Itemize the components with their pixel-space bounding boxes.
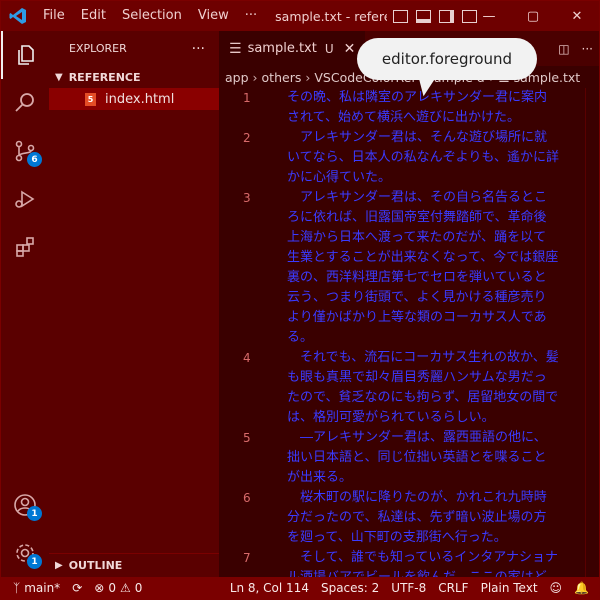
editor-actions: ◫ ··· [558, 31, 593, 66]
maximize-icon[interactable]: ▢ [511, 1, 555, 31]
code-line: 2 アレキサンダー君は、そんな遊び場所に就いてなら、日本人の私なんぞよりも、遙か… [219, 128, 599, 188]
menu-selection[interactable]: Selection [114, 1, 190, 31]
tab-sample-txt[interactable]: ☰ sample.txt U ✕ [219, 31, 366, 66]
code-area[interactable]: 1 その晩、私は隣室のアレキサンダー君に案内されて、始めて横浜へ遊びに出かけた。… [219, 88, 599, 599]
menu-edit[interactable]: Edit [73, 1, 114, 31]
window-controls: — ▢ ✕ [467, 1, 599, 31]
chevron-right-icon: › [305, 69, 311, 85]
code-line: 4 それでも、流石にコーカサス生れの故か、髪も眼も真黒で却々眉目秀麗ハンサムな男… [219, 348, 599, 428]
indentation[interactable]: Spaces: 2 [315, 581, 385, 595]
extensions-icon[interactable] [1, 223, 49, 271]
encoding[interactable]: UTF-8 [385, 581, 432, 595]
line-number: 4 [243, 351, 251, 365]
more-actions-icon[interactable]: ··· [582, 42, 593, 56]
status-right: Ln 8, Col 114 Spaces: 2 UTF-8 CRLF Plain… [224, 577, 595, 599]
explorer-sidebar: EXPLORER ··· ▼ REFERENCE 5 index.html ▶ … [49, 31, 219, 577]
vscode-window: File Edit Selection View ··· sample.txt … [0, 0, 600, 600]
menu-file[interactable]: File [35, 1, 73, 31]
explorer-title: EXPLORER [69, 42, 127, 55]
menu-bar: File Edit Selection View ··· [35, 1, 265, 31]
menu-view[interactable]: View [190, 1, 237, 31]
line-text: アレキサンダー君は、その自ら名告るところに依れば、旧露国帝室付舞踏師で、革命後上… [287, 190, 559, 345]
chevron-down-icon: ▼ [55, 71, 63, 83]
source-control-badge: 6 [27, 152, 42, 167]
folder-section-reference[interactable]: ▼ REFERENCE [49, 66, 219, 88]
html5-file-icon: 5 [85, 92, 96, 106]
settings-badge: 1 [27, 554, 42, 569]
branch-name: main* [24, 581, 61, 595]
tab-label: sample.txt [247, 41, 317, 56]
line-number: 3 [243, 191, 251, 205]
accounts-badge: 1 [27, 506, 42, 521]
warning-icon: ⚠ [119, 581, 131, 595]
editor-group: ☰ sample.txt U ✕ ◫ ··· app › others › VS… [219, 31, 599, 599]
vertical-scrollbar[interactable] [585, 88, 599, 577]
sync-status[interactable]: ⟳ [66, 581, 88, 595]
git-branch-icon: ᛉ [13, 581, 21, 595]
problems-status[interactable]: ⊗ 0 ⚠ 0 [88, 581, 148, 595]
notifications-bell-icon[interactable]: 🔔 [568, 581, 595, 595]
feedback-icon[interactable]: ☺ [544, 581, 569, 595]
breadcrumb-item[interactable]: others [262, 70, 302, 85]
toggle-primary-sidebar-icon[interactable] [393, 9, 409, 23]
error-icon: ⊗ [94, 581, 105, 595]
folder-name: REFERENCE [68, 70, 141, 84]
code-line: 6 桜木町の駅に降りたのが、かれこれ九時時分だったので、私達は、先ず暗い波止場の… [219, 488, 599, 548]
line-number: 6 [243, 491, 251, 505]
chevron-right-icon: › [252, 69, 258, 85]
toggle-secondary-sidebar-icon[interactable] [439, 9, 455, 23]
line-number: 1 [243, 91, 251, 105]
title-bar: File Edit Selection View ··· sample.txt … [1, 1, 599, 31]
line-text: ―アレキサンダー君は、露西亜語の他に、拙い日本語と、同じ位拙い英語とを喋ることが… [287, 430, 547, 485]
line-number: 2 [243, 131, 251, 145]
explorer-icon[interactable] [1, 31, 49, 79]
tab-modified-indicator: U [324, 41, 334, 56]
color-callout-label: editor.foreground [357, 38, 537, 80]
file-name: index.html [105, 91, 175, 107]
sync-icon: ⟳ [72, 581, 83, 595]
manage-gear-icon[interactable]: 1 [1, 529, 49, 577]
search-icon[interactable] [1, 79, 49, 127]
cursor-position[interactable]: Ln 8, Col 114 [224, 581, 315, 595]
file-item-index-html[interactable]: 5 index.html [49, 88, 219, 110]
language-mode[interactable]: Plain Text [475, 581, 544, 595]
code-line: 5 ―アレキサンダー君は、露西亜語の他に、拙い日本語と、同じ位拙い英語とを喋るこ… [219, 428, 599, 488]
breadcrumb-item[interactable]: app [225, 70, 249, 85]
line-text: アレキサンダー君は、そんな遊び場所に就いてなら、日本人の私なんぞよりも、遙かに詳… [287, 130, 559, 185]
run-debug-icon[interactable] [1, 175, 49, 223]
outline-title: OUTLINE [68, 559, 123, 572]
line-text: それでも、流石にコーカサス生れの故か、髪も眼も真黒で却々眉目秀麗ハンサムな男だっ… [287, 350, 559, 425]
code-line: 3 アレキサンダー君は、その自ら名告るところに依れば、旧露国帝室付舞踏師で、革命… [219, 188, 599, 348]
error-count: 0 [108, 581, 116, 595]
outline-section[interactable]: ▶ OUTLINE [49, 553, 219, 577]
vscode-logo-icon [1, 1, 35, 31]
menu-more[interactable]: ··· [237, 1, 265, 31]
chevron-right-icon: ▶ [55, 560, 63, 571]
minimize-icon[interactable]: — [467, 1, 511, 31]
window-title: sample.txt - reference [275, 8, 387, 24]
accounts-icon[interactable]: 1 [1, 481, 49, 529]
text-file-icon: ☰ [229, 40, 242, 57]
code-line: 1 その晩、私は隣室のアレキサンダー君に案内されて、始めて横浜へ遊びに出かけた。 [219, 88, 599, 128]
split-editor-icon[interactable]: ◫ [558, 42, 569, 56]
branch-status[interactable]: ᛉ main* [1, 581, 66, 595]
end-of-line[interactable]: CRLF [432, 581, 474, 595]
close-tab-icon[interactable]: ✕ [344, 41, 356, 57]
close-window-icon[interactable]: ✕ [555, 1, 599, 31]
line-number: 7 [243, 551, 251, 565]
explorer-more-icon[interactable]: ··· [192, 41, 205, 57]
line-number: 5 [243, 431, 251, 445]
layout-controls [393, 9, 478, 23]
activity-bar: 6 1 1 [1, 31, 49, 577]
warning-count: 0 [134, 581, 143, 595]
source-control-icon[interactable]: 6 [1, 127, 49, 175]
line-text: 桜木町の駅に降りたのが、かれこれ九時時分だったので、私達は、先ず暗い波止場の方を… [287, 490, 547, 545]
explorer-header: EXPLORER ··· [49, 31, 219, 66]
status-bar: ᛉ main* ⟳ ⊗ 0 ⚠ 0 Ln 8, Col 114 Spaces: … [1, 577, 599, 599]
toggle-panel-icon[interactable] [416, 9, 432, 23]
